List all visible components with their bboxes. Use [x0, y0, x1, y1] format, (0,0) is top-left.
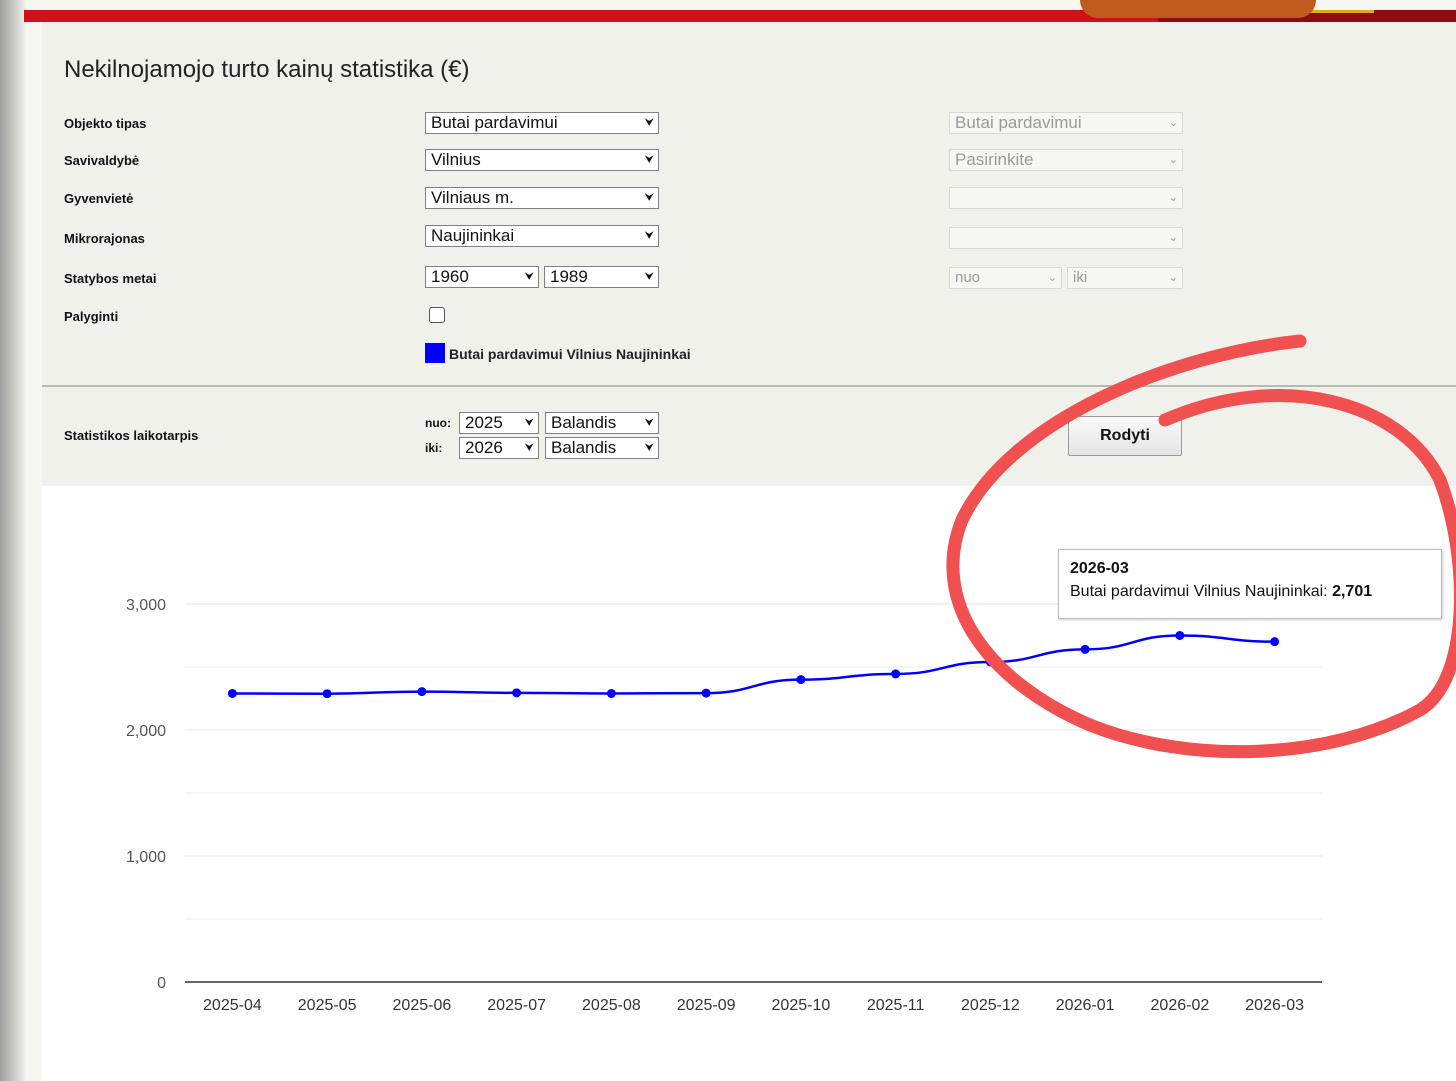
- compare-object-type-select[interactable]: Butai pardavimui ⌄: [949, 112, 1183, 134]
- chevron-down-icon: ⌄: [1168, 232, 1178, 244]
- chevron-down-icon: ⌄: [1168, 117, 1178, 129]
- period-to-month-value: Balandis: [551, 438, 617, 457]
- chevron-down-icon: ⮟: [644, 154, 654, 166]
- compare-settlement-select[interactable]: ⌄: [949, 187, 1183, 209]
- compare-municipality-value: Pasirinkite: [955, 150, 1034, 169]
- build-year-from-select[interactable]: 1960 ⮟: [425, 266, 539, 288]
- chevron-down-icon: ⮟: [644, 442, 654, 454]
- chevron-down-icon: ⮟: [524, 271, 534, 283]
- build-year-to-value: 1989: [550, 267, 588, 286]
- chevron-down-icon: ⌄: [1047, 272, 1057, 284]
- microdistrict-value: Naujininkai: [431, 226, 515, 245]
- label-statistics-period: Statistikos laikotarpis: [64, 428, 199, 443]
- header-decoration: [1080, 0, 1316, 18]
- compare-build-year-to-select[interactable]: iki ⌄: [1067, 267, 1183, 289]
- tooltip-series: Butai pardavimui Vilnius Naujininkai:: [1070, 583, 1328, 600]
- period-from-month-value: Balandis: [551, 413, 617, 432]
- chevron-down-icon: ⌄: [1168, 272, 1178, 284]
- build-year-from-value: 1960: [431, 267, 469, 286]
- chevron-down-icon: ⌄: [1168, 154, 1178, 166]
- page-title: Nekilnojamojo turto kainų statistika (€): [64, 56, 470, 83]
- compare-build-year-from-select[interactable]: nuo ⌄: [949, 267, 1062, 289]
- chevron-down-icon: ⮟: [524, 442, 534, 454]
- legend-swatch: [425, 343, 445, 363]
- legend-label: Butai pardavimui Vilnius Naujininkai: [449, 346, 691, 362]
- object-type-select[interactable]: Butai pardavimui ⮟: [425, 112, 659, 134]
- period-to-label: iki:: [425, 441, 443, 455]
- compare-checkbox[interactable]: [429, 307, 445, 323]
- period-from-month-select[interactable]: Balandis ⮟: [545, 412, 659, 434]
- show-button[interactable]: Rodyti: [1068, 416, 1182, 456]
- tooltip-value: 2,701: [1332, 583, 1373, 600]
- municipality-value: Vilnius: [431, 150, 481, 169]
- compare-build-year-from-value: nuo: [955, 269, 981, 286]
- object-type-value: Butai pardavimui: [431, 113, 558, 132]
- compare-object-type-value: Butai pardavimui: [955, 113, 1082, 132]
- compare-microdistrict-select[interactable]: ⌄: [949, 227, 1183, 249]
- label-settlement: Gyvenvietė: [64, 191, 134, 206]
- build-year-to-select[interactable]: 1989 ⮟: [544, 266, 659, 288]
- chevron-down-icon: ⮟: [644, 192, 654, 204]
- settlement-select[interactable]: Vilniaus m. ⮟: [425, 187, 659, 209]
- municipality-select[interactable]: Vilnius ⮟: [425, 149, 659, 171]
- label-municipality: Savivaldybė: [64, 153, 140, 168]
- tooltip-date: 2026-03: [1070, 560, 1129, 577]
- compare-municipality-select[interactable]: Pasirinkite ⌄: [949, 149, 1183, 171]
- label-object-type: Objekto tipas: [64, 116, 147, 131]
- microdistrict-select[interactable]: Naujininkai ⮟: [425, 225, 659, 247]
- period-to-year-select[interactable]: 2026 ⮟: [459, 437, 539, 459]
- period-from-label: nuo:: [425, 416, 451, 430]
- tooltip-line: Butai pardavimui Vilnius Naujininkai: 2,…: [1070, 583, 1430, 601]
- period-from-year-value: 2025: [465, 413, 503, 432]
- section-divider: [42, 385, 1456, 387]
- chevron-down-icon: ⮟: [644, 117, 654, 129]
- filter-panel: [42, 22, 1456, 486]
- window-shadow: [0, 0, 26, 1081]
- label-build-years: Statybos metai: [64, 271, 157, 286]
- period-from-year-select[interactable]: 2025 ⮟: [459, 412, 539, 434]
- label-microdistrict: Mikrorajonas: [64, 231, 145, 246]
- label-compare: Palyginti: [64, 309, 119, 324]
- period-to-month-select[interactable]: Balandis ⮟: [545, 437, 659, 459]
- chevron-down-icon: ⮟: [644, 417, 654, 429]
- chevron-down-icon: ⮟: [644, 271, 654, 283]
- settlement-value: Vilniaus m.: [431, 188, 514, 207]
- period-to-year-value: 2026: [465, 438, 503, 457]
- chevron-down-icon: ⌄: [1168, 192, 1178, 204]
- chart-tooltip: 2026-03 Butai pardavimui Vilnius Naujini…: [1058, 549, 1442, 619]
- compare-build-year-to-value: iki: [1073, 269, 1088, 286]
- chevron-down-icon: ⮟: [524, 417, 534, 429]
- chevron-down-icon: ⮟: [644, 230, 654, 242]
